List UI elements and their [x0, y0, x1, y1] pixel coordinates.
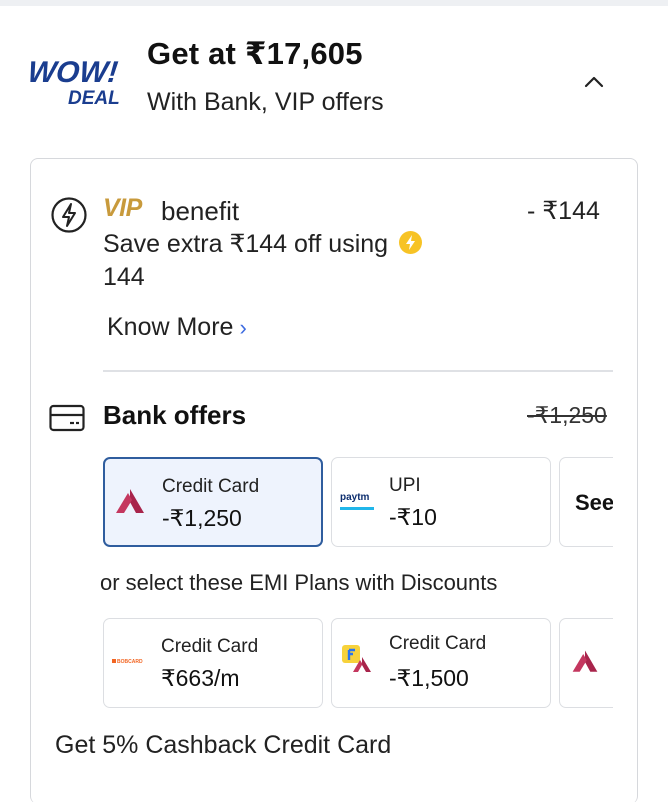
- flipkart-axis-icon: [342, 645, 371, 672]
- vip-description: Save extra ₹144 off using 144: [103, 228, 483, 294]
- offer-value: -₹10: [389, 504, 437, 530]
- offer-label: Credit Card: [389, 633, 487, 654]
- bank-offer-row: Credit Card -₹1,250 paytm UPI -₹10 See: [103, 457, 613, 547]
- offer-label: Credit Card: [161, 636, 259, 657]
- see-more-offers-button[interactable]: See: [559, 457, 613, 547]
- offer-value: -₹1,250: [162, 505, 242, 531]
- axis-bank-icon: [572, 650, 598, 672]
- card-icon: [49, 404, 85, 432]
- offer-label: UPI: [389, 475, 421, 496]
- emi-offer-flipkart-axis[interactable]: Credit Card -₹1,500: [331, 618, 551, 708]
- cashback-offer-text: Get 5% Cashback Credit Card: [55, 731, 392, 759]
- svg-text:WOW!: WOW!: [28, 56, 120, 89]
- svg-text:paytm: paytm: [340, 492, 370, 503]
- supercoin-icon: [399, 231, 423, 254]
- offer-subtitle: With Bank, VIP offers: [147, 88, 384, 116]
- chevron-right-icon: ›: [239, 315, 247, 340]
- vip-discount-amount: - ₹144: [527, 197, 600, 225]
- vip-benefit-label: benefit: [161, 196, 240, 226]
- vip-brand-label: VIP: [103, 194, 142, 222]
- know-more-link[interactable]: Know More ›: [107, 313, 247, 342]
- paytm-icon: paytm: [340, 492, 374, 510]
- offer-label: Credit Card: [162, 476, 260, 497]
- see-more-label: See: [575, 490, 613, 515]
- svg-text:BOBCARD: BOBCARD: [117, 659, 143, 665]
- emi-offer-bobcard[interactable]: BOBCARD Credit Card ₹663/m: [103, 618, 323, 708]
- offer-price-title: Get at ₹17,605: [147, 36, 363, 71]
- bank-offers-amount: -₹1,250: [527, 402, 607, 428]
- bank-offers-title: Bank offers: [103, 400, 247, 430]
- emi-offer-more[interactable]: [559, 618, 613, 708]
- bobcard-icon: BOBCARD: [112, 659, 143, 665]
- offer-value: -₹1,500: [389, 665, 469, 691]
- bank-offer-credit-card[interactable]: Credit Card -₹1,250: [103, 457, 323, 547]
- vip-coin-count: 144: [103, 263, 145, 291]
- vip-description-text: Save extra ₹144 off using: [103, 230, 389, 258]
- lightning-circle-icon: [51, 197, 87, 233]
- offer-value: ₹663/m: [161, 665, 240, 691]
- bank-offer-upi[interactable]: paytm UPI -₹10: [331, 457, 551, 547]
- svg-text:DEAL: DEAL: [68, 88, 120, 108]
- know-more-label: Know More: [107, 313, 234, 341]
- emi-offer-row: BOBCARD Credit Card ₹663/m Credit Card -…: [103, 618, 613, 708]
- chevron-up-icon[interactable]: [578, 66, 610, 98]
- wow-deal-logo: WOW! DEAL: [28, 56, 120, 108]
- emi-caption: or select these EMI Plans with Discounts: [100, 570, 498, 595]
- axis-bank-icon: [116, 489, 144, 513]
- section-divider: [103, 370, 613, 372]
